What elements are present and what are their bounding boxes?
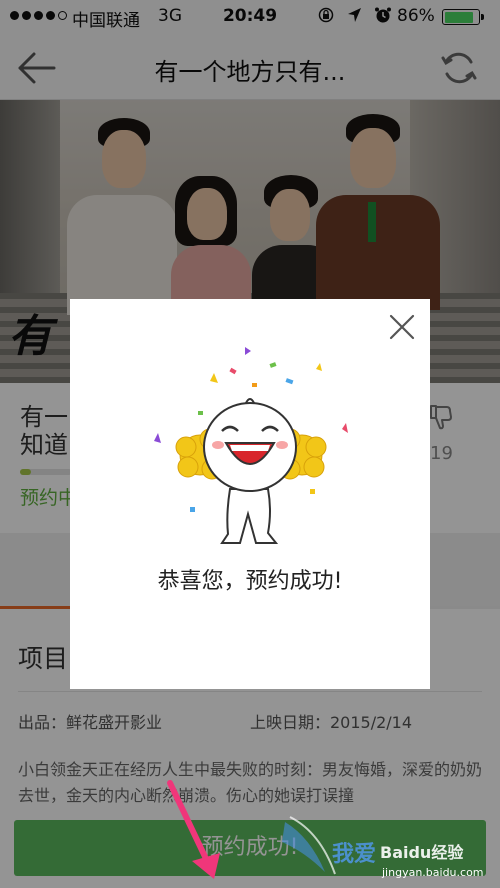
success-message: 恭喜您，预约成功! <box>157 569 343 594</box>
close-icon <box>389 314 415 340</box>
success-dialog: 恭喜您，预约成功! <box>70 299 430 689</box>
close-button[interactable] <box>386 311 418 343</box>
celebration-mascot-icon <box>154 347 348 544</box>
